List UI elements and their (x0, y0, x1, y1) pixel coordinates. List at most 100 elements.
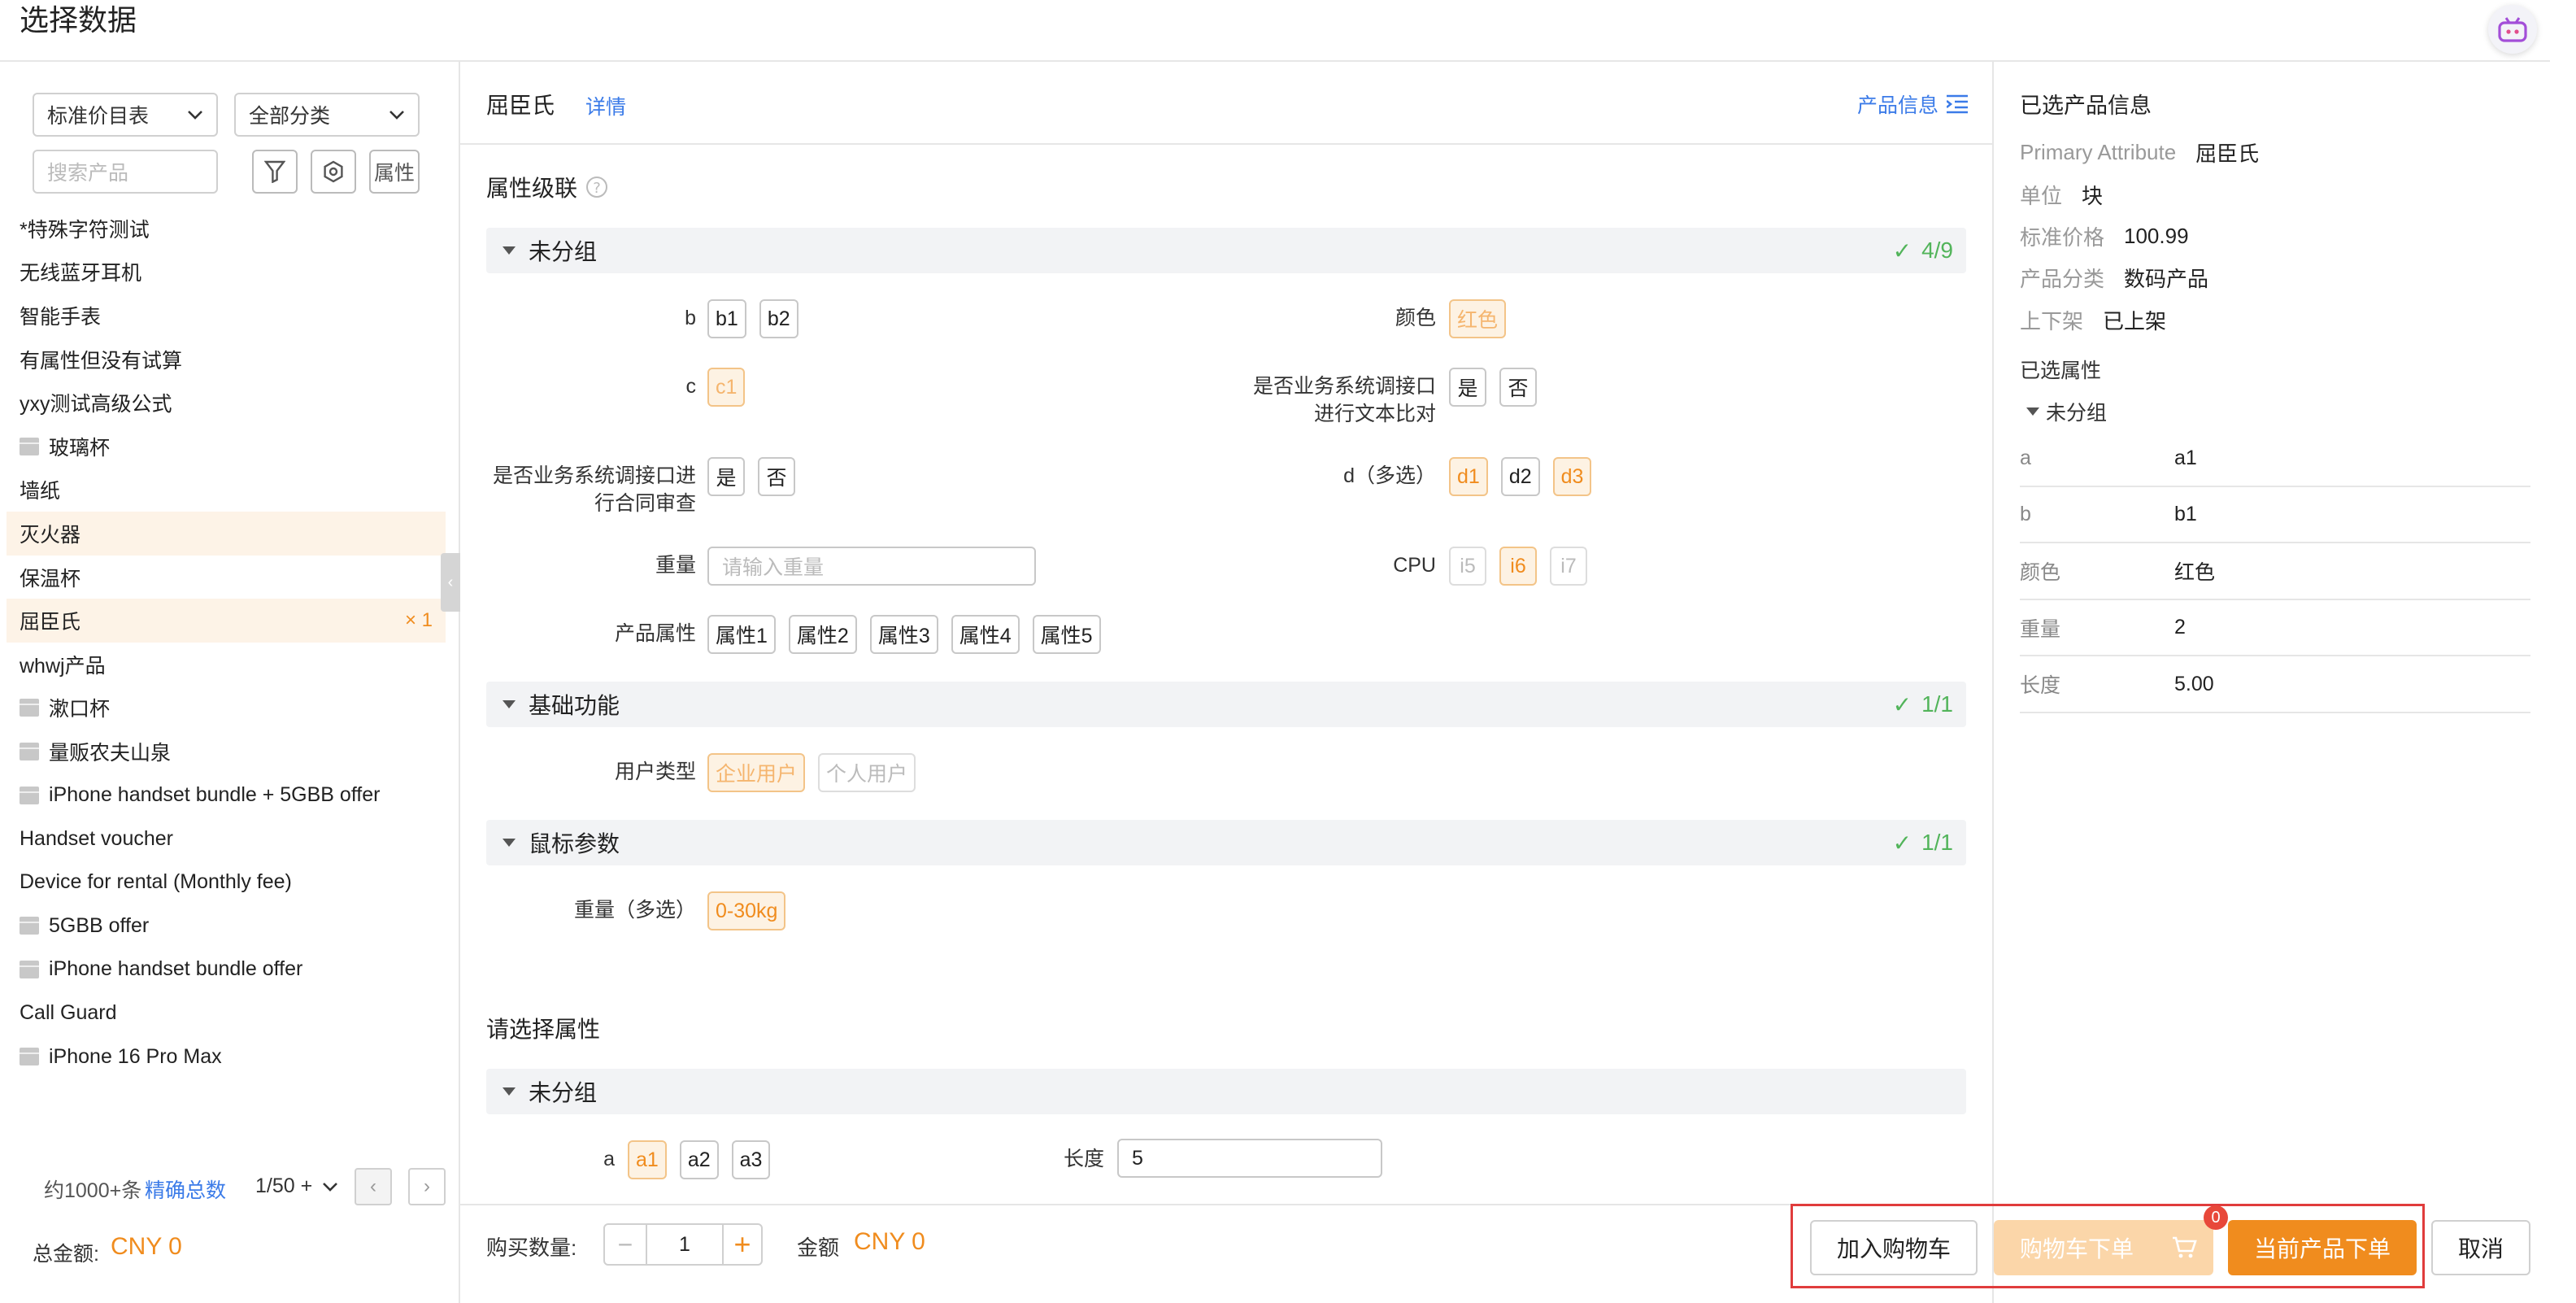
product-list-item[interactable]: 无线蓝牙耳机 (7, 251, 446, 294)
product-list-item[interactable]: 量贩农夫山泉 (7, 730, 446, 774)
group-ungrouped-2[interactable]: 未分组 (486, 1069, 1966, 1114)
cart-count-badge: 0 (2204, 1205, 2228, 1230)
settings-button[interactable] (311, 150, 356, 194)
option-personal-user[interactable]: 个人用户 (818, 753, 916, 792)
quantity-value[interactable]: 1 (647, 1225, 722, 1264)
page-size-select[interactable]: 1/50 + (255, 1174, 338, 1198)
info-value: 屈臣氏 (2195, 142, 2260, 167)
info-row: 产品分类 数码产品 (2020, 257, 2540, 299)
detail-link[interactable]: 详情 (585, 91, 626, 120)
option-a2[interactable]: a2 (679, 1140, 719, 1179)
option-attr4[interactable]: 属性4 (951, 615, 1020, 654)
product-list-item[interactable]: 有属性但没有试算 (7, 338, 446, 381)
product-list-item[interactable]: 灭火器 (7, 512, 446, 556)
option-a3[interactable]: a3 (731, 1140, 771, 1179)
attr-label-text-compare: 是否业务系统调接口进行文本比对 (1252, 375, 1436, 425)
attr-label-weight: 重量 (655, 554, 696, 577)
info-row: 单位块 (2020, 173, 2540, 215)
next-page-button[interactable]: › (408, 1168, 446, 1205)
cart-order-button[interactable]: 购物车下单 (1994, 1220, 2213, 1275)
bundle-box-icon (20, 960, 39, 978)
group-ungrouped[interactable]: 未分组 ✓ 4/9 (486, 228, 1966, 273)
option-i6[interactable]: i6 (1499, 547, 1537, 586)
quantity-stepper[interactable]: − 1 + (603, 1223, 763, 1266)
caret-down-icon (503, 700, 516, 708)
option-i7[interactable]: i7 (1550, 547, 1587, 586)
info-row: 上下架 已上架 (2020, 299, 2540, 341)
exact-total-link[interactable]: 精确总数 (145, 1174, 226, 1204)
product-name: 墙纸 (20, 480, 61, 503)
product-list-item[interactable]: Call Guard (7, 991, 446, 1035)
info-key: 单位 (2020, 183, 2063, 208)
product-info-link[interactable]: 产品信息 (1857, 89, 1969, 119)
option-i5[interactable]: i5 (1449, 547, 1486, 586)
option-red[interactable]: 红色 (1449, 299, 1507, 338)
product-list-item[interactable]: 保温杯 (7, 556, 446, 599)
product-search-input[interactable]: 搜索产品 (33, 150, 218, 194)
product-list-item[interactable]: 智能手表 (7, 294, 446, 338)
product-list-item[interactable]: 5GBB offer (7, 904, 446, 948)
product-list-item[interactable]: Handset voucher (7, 817, 446, 861)
attr-label-b: b (685, 307, 696, 329)
option-b2[interactable]: b2 (759, 299, 798, 338)
product-name: Device for rental (Monthly fee) (20, 870, 292, 894)
group-basic[interactable]: 基础功能 ✓ 1/1 (486, 682, 1966, 727)
weight-input[interactable]: 请输入重量 (707, 547, 1036, 586)
price-list-select[interactable]: 标准价目表 (33, 93, 218, 137)
attr-label-d: d（多选） (1343, 464, 1436, 487)
option-a1[interactable]: a1 (628, 1140, 667, 1179)
product-list-item[interactable]: 墙纸 (7, 468, 446, 512)
option-attr5[interactable]: 属性5 (1032, 615, 1101, 654)
collapse-panel-handle[interactable]: ‹ (441, 553, 460, 612)
plus-icon[interactable]: + (722, 1225, 761, 1264)
option-c1[interactable]: c1 (707, 368, 746, 407)
selected-attr-value: 红色 (2174, 561, 2216, 585)
add-to-cart-button[interactable]: 加入购物车 (1810, 1220, 1978, 1275)
product-list-item[interactable]: iPhone handset bundle offer (7, 948, 446, 991)
product-list-item[interactable]: 玻璃杯 (7, 425, 446, 468)
option-enterprise-user[interactable]: 企业用户 (707, 753, 806, 792)
selected-attr-key: 颜色 (2020, 561, 2061, 585)
product-list-item[interactable]: Device for rental (Monthly fee) (7, 861, 446, 904)
option-attr2[interactable]: 属性2 (788, 615, 857, 654)
product-list-item[interactable]: yxy测试高级公式 (7, 381, 446, 425)
product-name: 屈臣氏 (486, 93, 555, 118)
category-select[interactable]: 全部分类 (234, 93, 420, 137)
option-0-30kg[interactable]: 0-30kg (707, 891, 786, 930)
cancel-button[interactable]: 取消 (2431, 1220, 2530, 1275)
product-list-item[interactable]: 漱口杯 (7, 686, 446, 730)
attr-label-color: 颜色 (1395, 307, 1436, 329)
group-mouse[interactable]: 鼠标参数 ✓ 1/1 (486, 820, 1966, 865)
option-attr3[interactable]: 属性3 (869, 615, 938, 654)
attr-label-contract: 是否业务系统调接口进行合同审查 (492, 464, 696, 515)
product-list-item[interactable]: 屈臣氏 × 1 (7, 599, 446, 643)
assistant-robot-icon[interactable] (2488, 5, 2537, 54)
attribute-button[interactable]: 属性 (369, 150, 420, 194)
selected-attrs-group[interactable]: 未分组 (2026, 397, 2107, 426)
option-attr1[interactable]: 属性1 (707, 615, 776, 654)
help-icon[interactable]: ? (585, 176, 608, 198)
option-b1[interactable]: b1 (707, 299, 746, 338)
option-no-contract[interactable]: 否 (758, 457, 795, 496)
product-list-item[interactable]: iPhone 16 Pro Max (7, 1035, 446, 1079)
option-d1[interactable]: d1 (1449, 457, 1488, 496)
product-list-item[interactable]: *特殊字符测试 (7, 207, 446, 251)
product-count: × 1 (404, 609, 433, 632)
prev-page-button[interactable]: ‹ (355, 1168, 392, 1205)
option-no-text-compare[interactable]: 否 (1499, 368, 1537, 407)
product-list-item[interactable]: whwj产品 (7, 643, 446, 686)
option-yes-contract[interactable]: 是 (707, 457, 745, 496)
product-name: iPhone handset bundle + 5GBB offer (49, 783, 381, 807)
option-d2[interactable]: d2 (1500, 457, 1540, 496)
product-name: yxy测试高级公式 (20, 393, 172, 416)
filter-button[interactable] (252, 150, 298, 194)
minus-icon[interactable]: − (605, 1225, 647, 1264)
bundle-box-icon (20, 1048, 39, 1066)
info-value: 100.99 (2124, 223, 2189, 248)
option-d3[interactable]: d3 (1552, 457, 1592, 496)
option-yes-text-compare[interactable]: 是 (1449, 368, 1486, 407)
current-product-order-button[interactable]: 当前产品下单 (2228, 1220, 2417, 1275)
product-list-item[interactable]: iPhone handset bundle + 5GBB offer (7, 774, 446, 817)
length-input[interactable]: 5 (1117, 1139, 1382, 1178)
filter-icon (264, 160, 285, 183)
